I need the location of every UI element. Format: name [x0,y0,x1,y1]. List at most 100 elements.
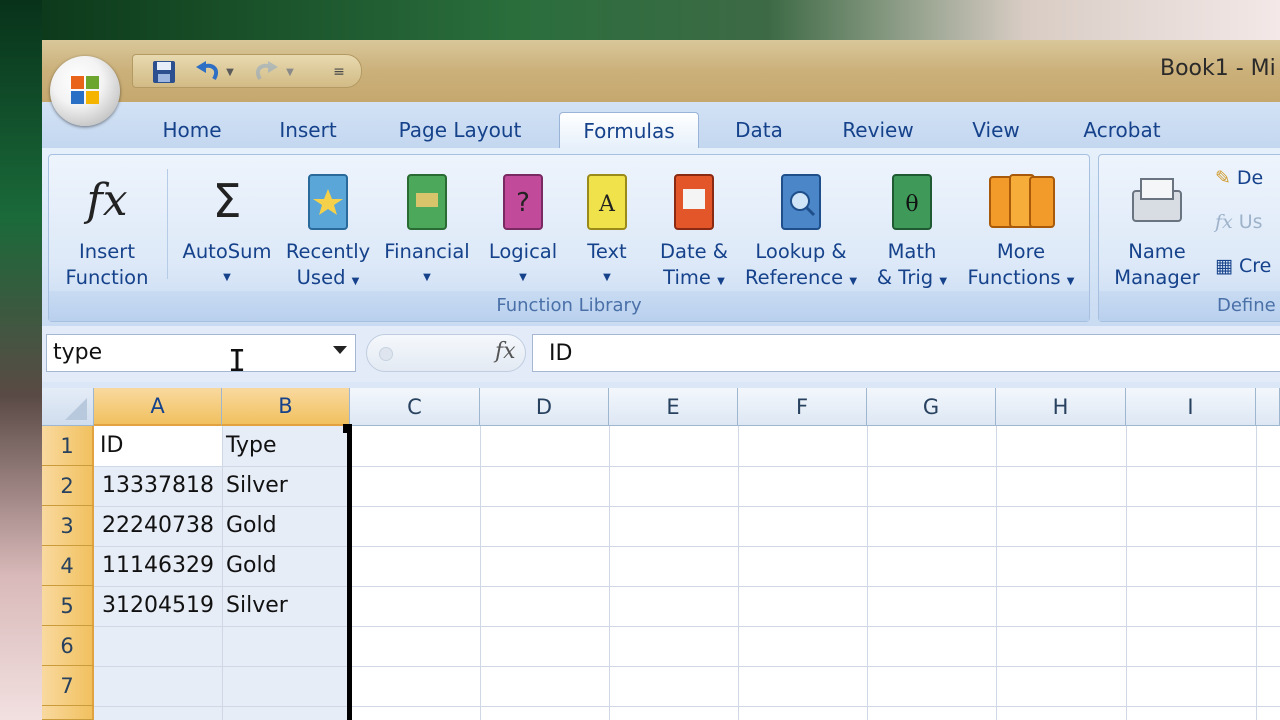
formula-bar: type I fx ID [42,326,1280,382]
financial-label: Financial [384,240,470,263]
grid-line [1256,426,1257,720]
column-header-partial [1256,388,1280,426]
tab-insert[interactable]: Insert [262,112,354,148]
math-trig-button[interactable]: θ Math & Trig ▼ [867,163,957,295]
column-header-f[interactable]: F [738,388,867,426]
grid-line [480,426,481,720]
office-button[interactable] [50,56,120,126]
name-manager-button[interactable]: Name Manager [1105,163,1209,291]
expand-handle-icon[interactable] [379,347,393,361]
grid-line [867,426,868,720]
create-from-selection-button[interactable]: ▦ Cre [1215,255,1271,277]
cell-a4[interactable]: 11146329 [102,546,214,586]
column-header-g[interactable]: G [867,388,996,426]
column-header-a[interactable]: A [94,388,222,426]
ribbon-tabs: Home Insert Page Layout Formulas Data Re… [42,102,1280,148]
row-header-5[interactable]: 5 [42,586,94,626]
more-functions-button[interactable]: More Functions ▼ [957,163,1085,295]
recently-used-button[interactable]: Recently Used ▼ [283,163,373,295]
cell-b3[interactable]: Gold [226,506,277,546]
chevron-down-icon: ▼ [519,272,527,283]
text-label: Text [587,240,627,263]
redo-dropdown-icon[interactable]: ▼ [283,59,297,85]
insert-function-button[interactable]: fx Insert Function [57,163,157,291]
cell-b1[interactable]: Type [226,426,277,466]
column-header-i[interactable]: I [1126,388,1256,426]
grid-line [1126,426,1127,720]
save-icon[interactable] [149,59,179,85]
row-header-6[interactable]: 6 [42,626,94,666]
name-manager-icon [1105,163,1209,239]
undo-icon[interactable] [193,59,223,85]
date-time-label-1: Date & [659,240,728,263]
formula-toolbar: fx [366,334,526,372]
row-header-2[interactable]: 2 [42,466,94,506]
insert-function-fx-button[interactable]: fx [495,339,516,364]
name-manager-label-1: Name [1128,240,1186,263]
book-text-icon: A [573,163,641,239]
fill-handle[interactable] [343,424,352,433]
formula-input[interactable]: ID [532,334,1280,372]
function-library-group: fx Insert Function Σ AutoSum ▼ Recently … [48,154,1090,322]
tab-formulas[interactable]: Formulas [559,112,699,148]
logical-button[interactable]: ? Logical ▼ [483,163,563,291]
cell-b5[interactable]: Silver [226,586,288,626]
row-header-7[interactable]: 7 [42,666,94,706]
cell-b4[interactable]: Gold [226,546,277,586]
define-name-button[interactable]: ✎ De [1215,167,1263,189]
table-icon: ▦ [1215,255,1233,277]
financial-button[interactable]: Financial ▼ [379,163,475,291]
lookup-reference-button[interactable]: Lookup & Reference ▼ [739,163,863,295]
row-header-1[interactable]: 1 [42,426,94,466]
name-box-dropdown-icon[interactable] [333,346,347,354]
row-header-4[interactable]: 4 [42,546,94,586]
redo-icon[interactable] [251,59,281,85]
autosum-label: AutoSum [182,240,272,263]
cell-a1[interactable]: ID [100,426,123,466]
autosum-button[interactable]: Σ AutoSum ▼ [177,163,277,291]
select-all-button[interactable] [42,388,94,426]
tab-review[interactable]: Review [828,112,928,148]
tab-data[interactable]: Data [722,112,796,148]
tab-view[interactable]: View [958,112,1034,148]
date-time-button[interactable]: Date & Time ▼ [649,163,739,295]
ibeam-cursor-icon: I [228,344,247,379]
tab-acrobat[interactable]: Acrobat [1072,112,1172,148]
undo-dropdown-icon[interactable]: ▼ [223,59,237,85]
book-money-icon [379,163,475,239]
define-name-icon: ✎ [1215,167,1231,189]
cell-b2[interactable]: Silver [226,466,288,506]
column-header-b[interactable]: B [222,388,350,426]
lookup-reference-label-1: Lookup & [755,240,847,263]
office-logo-icon [71,76,99,104]
cell-a2[interactable]: 13337818 [102,466,214,506]
insert-function-label-1: Insert [79,240,135,263]
title-bar: ▼ ▼ ≡ Book1 - Mi [42,40,1280,102]
row-header-8[interactable] [42,706,94,720]
text-button[interactable]: A Text ▼ [573,163,641,291]
cell-a5[interactable]: 31204519 [102,586,214,626]
chevron-down-icon: ▼ [603,272,611,283]
grid-line [609,426,610,720]
book-magnifier-icon [739,163,863,239]
worksheet-grid: A B C D E F G H I 1 2 3 4 5 6 7 ID Type … [42,388,1280,720]
grid-line [738,426,739,720]
name-box[interactable]: type [46,334,356,372]
column-header-h[interactable]: H [996,388,1126,426]
customize-qat-icon[interactable]: ≡ [329,59,349,85]
tab-home[interactable]: Home [146,112,238,148]
quick-access-toolbar: ▼ ▼ ≡ [132,54,362,88]
row-header-3[interactable]: 3 [42,506,94,546]
grid-line [94,666,1280,667]
column-header-d[interactable]: D [480,388,609,426]
insert-function-label-2: Function [65,266,149,289]
tab-page-layout[interactable]: Page Layout [382,112,538,148]
column-header-e[interactable]: E [609,388,738,426]
group-separator [167,169,168,279]
window-title: Book1 - Mi [1160,56,1276,81]
cell-a3[interactable]: 22240738 [102,506,214,546]
math-trig-label-1: Math [887,240,937,263]
excel-window: ▼ ▼ ≡ Book1 - Mi Home Insert Page Layout… [42,40,1280,720]
column-header-c[interactable]: C [350,388,480,426]
use-in-formula-button[interactable]: fx Us [1215,211,1263,233]
